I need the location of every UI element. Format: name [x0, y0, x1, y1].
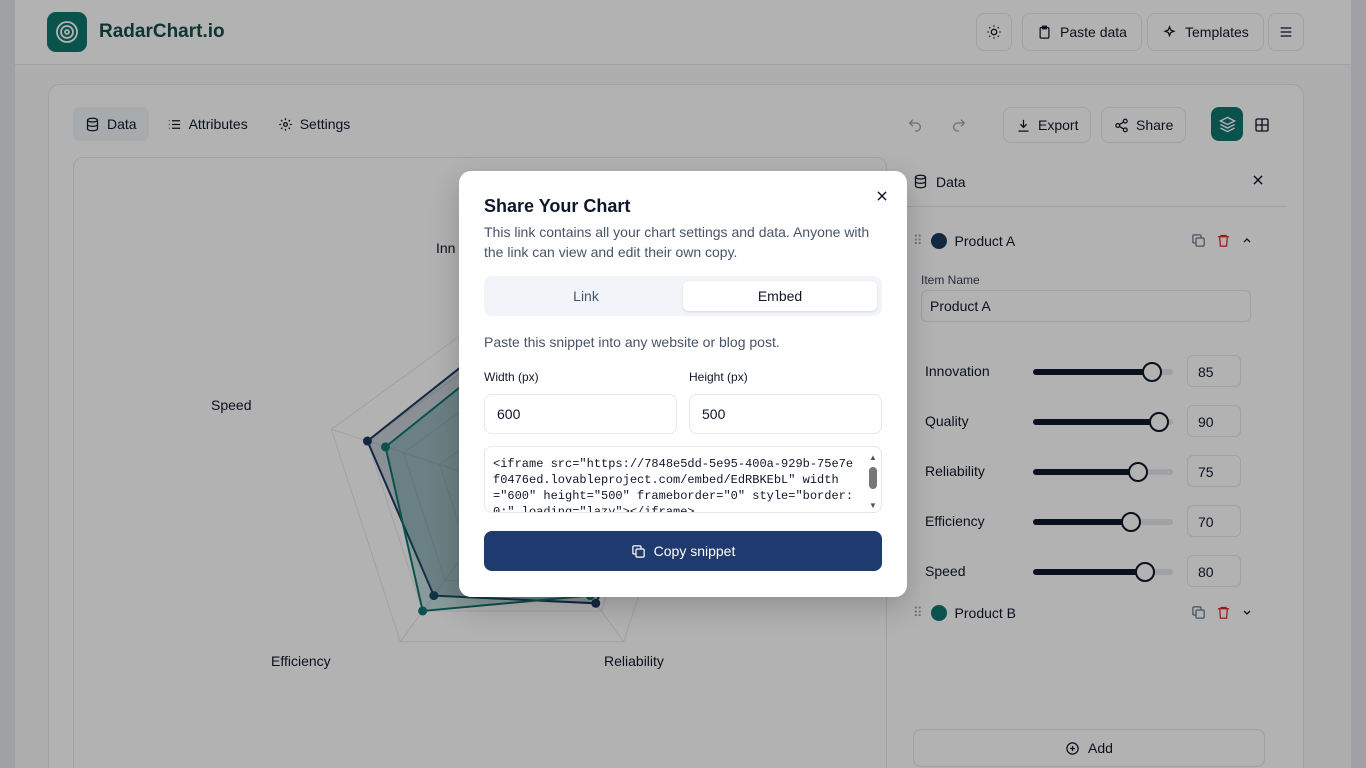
share-dialog: Share Your Chart This link contains all …: [459, 171, 907, 597]
scroll-thumb[interactable]: [869, 467, 877, 489]
embed-hint: Paste this snippet into any website or b…: [484, 334, 780, 350]
embed-snippet-textarea[interactable]: <iframe src="https://7848e5dd-5e95-400a-…: [484, 446, 882, 513]
close-icon: [877, 191, 887, 201]
copy-snippet-button[interactable]: Copy snippet: [484, 531, 882, 571]
dialog-title: Share Your Chart: [484, 196, 631, 216]
width-label: Width (px): [484, 370, 539, 384]
scroll-down-icon[interactable]: ▼: [869, 501, 877, 510]
height-input[interactable]: 500: [689, 394, 882, 434]
width-input[interactable]: 600: [484, 394, 677, 434]
share-mode-tabs: Link Embed: [484, 276, 882, 316]
snippet-scrollbar[interactable]: ▲ ▼: [867, 447, 879, 512]
tab-link[interactable]: Link: [489, 281, 683, 311]
embed-snippet-code: <iframe src="https://7848e5dd-5e95-400a-…: [493, 457, 854, 513]
height-label: Height (px): [689, 370, 748, 384]
scroll-up-icon[interactable]: ▲: [869, 453, 877, 462]
copy-snippet-label: Copy snippet: [653, 543, 736, 559]
copy-icon: [631, 544, 645, 558]
tab-embed[interactable]: Embed: [683, 281, 877, 311]
dialog-description: This link contains all your chart settin…: [484, 224, 870, 260]
close-dialog-button[interactable]: [875, 189, 889, 203]
